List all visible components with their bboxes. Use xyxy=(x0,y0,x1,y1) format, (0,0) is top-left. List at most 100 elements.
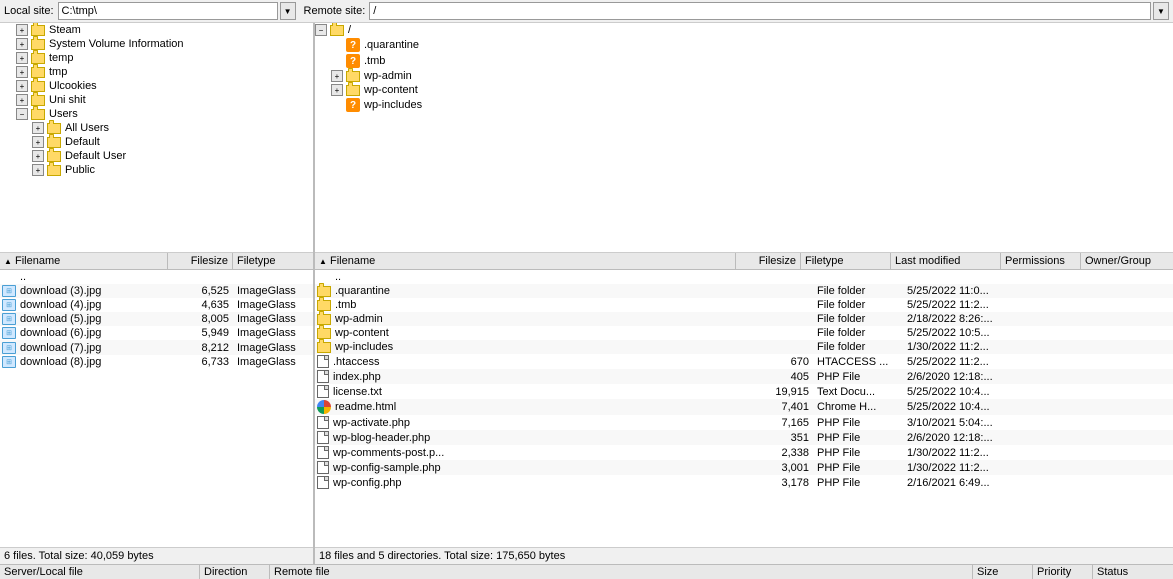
local-file-row[interactable]: .. xyxy=(0,270,313,284)
remote-site-dropdown[interactable]: ▼ xyxy=(1153,2,1169,20)
tree-item-label: System Volume Information xyxy=(49,38,184,50)
remote-file-row[interactable]: wp-comments-post.p...2,338PHP File1/30/2… xyxy=(315,445,1173,460)
local-file-row[interactable]: ⊞download (3).jpg6,525ImageGlass xyxy=(0,284,313,298)
expand-icon[interactable]: + xyxy=(32,136,44,148)
local-file-row[interactable]: ⊞download (5).jpg8,005ImageGlass xyxy=(0,312,313,326)
tree-item-label: / xyxy=(348,24,351,36)
local-col-filesize[interactable]: Filesize xyxy=(168,253,233,269)
remote-file-row[interactable]: wp-adminFile folder2/18/2022 8:26:... xyxy=(315,312,1173,326)
remote-tree-item-wp-content[interactable]: + wp-content xyxy=(315,83,1173,97)
expand-icon[interactable]: + xyxy=(32,150,44,162)
local-tree-item-ulcookies[interactable]: +Ulcookies xyxy=(0,79,313,93)
expand-icon[interactable]: + xyxy=(16,38,28,50)
collapse-icon[interactable]: − xyxy=(16,108,28,120)
local-file-row[interactable]: ⊞download (6).jpg5,949ImageGlass xyxy=(0,326,313,340)
local-tree-item-tmp[interactable]: +tmp xyxy=(0,65,313,79)
remote-col-filesize[interactable]: Filesize xyxy=(736,253,801,269)
remote-tree-item-quarantine[interactable]: ?.quarantine xyxy=(315,37,1173,53)
file-name: wp-includes xyxy=(333,341,748,353)
expand-icon[interactable]: + xyxy=(331,70,343,82)
remote-file-row[interactable]: wp-config-sample.php3,001PHP File1/30/20… xyxy=(315,460,1173,475)
local-site-dropdown[interactable]: ▼ xyxy=(280,2,296,20)
local-tree-item-users[interactable]: −Users xyxy=(0,107,313,121)
local-file-row[interactable]: ⊞download (8).jpg6,733ImageGlass xyxy=(0,355,313,369)
remote-file-list[interactable]: ...quarantineFile folder5/25/2022 11:0..… xyxy=(315,270,1173,547)
expand-icon[interactable]: + xyxy=(16,24,28,36)
local-site-input[interactable] xyxy=(58,2,278,20)
remote-col-filetype[interactable]: Filetype xyxy=(801,253,891,269)
local-tree-item-default-user[interactable]: +Default User xyxy=(0,149,313,163)
local-tree-item-public[interactable]: + Public xyxy=(0,163,313,177)
local-tree-item-uni-shit[interactable]: +Uni shit xyxy=(0,93,313,107)
local-file-row[interactable]: ⊞download (4).jpg4,635ImageGlass xyxy=(0,298,313,312)
remote-tree-item-wp-admin[interactable]: +wp-admin xyxy=(315,69,1173,83)
remote-col-filename[interactable]: ▲ Filename xyxy=(315,253,736,269)
local-status-text: 6 files. Total size: 40,059 bytes xyxy=(4,550,154,562)
file-name: .. xyxy=(18,271,168,283)
local-col-filename[interactable]: ▲ Filename xyxy=(0,253,168,269)
remote-file-row[interactable]: wp-contentFile folder5/25/2022 10:5... xyxy=(315,326,1173,340)
remote-file-row[interactable]: .tmbFile folder5/25/2022 11:2... xyxy=(315,298,1173,312)
remote-col-owner[interactable]: Owner/Group xyxy=(1081,253,1161,269)
remote-tree[interactable]: −/?.quarantine?.tmb+wp-admin+wp-content?… xyxy=(315,23,1173,253)
remote-col-permissions[interactable]: Permissions xyxy=(1001,253,1081,269)
file-modified: 1/30/2022 11:2... xyxy=(903,447,1013,459)
local-tree-item-all-users[interactable]: +All Users xyxy=(0,121,313,135)
file-name: wp-comments-post.p... xyxy=(331,447,748,459)
remote-file-row[interactable]: wp-config.php3,178PHP File2/16/2021 6:49… xyxy=(315,475,1173,490)
local-file-list[interactable]: ..⊞download (3).jpg6,525ImageGlass⊞downl… xyxy=(0,270,313,547)
queue-col-local: Server/Local file xyxy=(0,565,200,579)
local-tree-item-temp[interactable]: +temp xyxy=(0,51,313,65)
remote-site-input[interactable] xyxy=(369,2,1151,20)
file-type: ImageGlass xyxy=(233,313,313,325)
question-icon: ? xyxy=(344,38,362,52)
remote-file-row[interactable]: .htaccess670HTACCESS ...5/25/2022 11:2..… xyxy=(315,354,1173,369)
file-size: 7,401 xyxy=(748,401,813,413)
queue-col-size: Size xyxy=(973,565,1033,579)
file-type: File folder xyxy=(813,327,903,339)
remote-file-row[interactable]: wp-activate.php7,165PHP File3/10/2021 5:… xyxy=(315,415,1173,430)
file-type: Text Docu... xyxy=(813,386,903,398)
file-name: readme.html xyxy=(333,401,748,413)
expand-icon[interactable]: + xyxy=(331,84,343,96)
remote-file-row[interactable]: wp-blog-header.php351PHP File2/6/2020 12… xyxy=(315,430,1173,445)
file-name: .htaccess xyxy=(331,356,748,368)
remote-file-row[interactable]: wp-includesFile folder1/30/2022 11:2... xyxy=(315,340,1173,354)
file-modified: 2/16/2021 6:49... xyxy=(903,477,1013,489)
remote-file-row[interactable]: .quarantineFile folder5/25/2022 11:0... xyxy=(315,284,1173,298)
remote-file-row[interactable]: readme.html7,401Chrome H...5/25/2022 10:… xyxy=(315,399,1173,415)
remote-file-row[interactable]: license.txt19,915Text Docu...5/25/2022 1… xyxy=(315,384,1173,399)
remote-tree-item-tmb[interactable]: ?.tmb xyxy=(315,53,1173,69)
file-name: .quarantine xyxy=(333,285,748,297)
expand-icon[interactable]: + xyxy=(32,164,44,176)
local-col-filetype[interactable]: Filetype xyxy=(233,253,313,269)
collapse-icon[interactable]: − xyxy=(315,24,327,36)
local-tree[interactable]: + Steam + System Volume Information+temp+tm… xyxy=(0,23,313,253)
file-modified: 5/25/2022 10:5... xyxy=(903,327,1013,339)
expand-icon[interactable]: + xyxy=(16,94,28,106)
expand-icon[interactable]: + xyxy=(16,80,28,92)
folder-icon xyxy=(315,327,333,339)
remote-tree-item-root[interactable]: −/ xyxy=(315,23,1173,37)
expand-icon[interactable]: + xyxy=(32,122,44,134)
remote-file-row[interactable]: .. xyxy=(315,270,1173,284)
local-file-row[interactable]: ⊞download (7).jpg8,212ImageGlass xyxy=(0,340,313,354)
queue-bar: Server/Local file Direction Remote file … xyxy=(0,564,1173,579)
remote-col-modified[interactable]: Last modified xyxy=(891,253,1001,269)
local-tree-item-system-volume[interactable]: + System Volume Information xyxy=(0,37,313,51)
tree-item-label: Default xyxy=(65,136,100,148)
file-type: PHP File xyxy=(813,477,903,489)
remote-file-row[interactable]: index.php405PHP File2/6/2020 12:18:... xyxy=(315,369,1173,384)
file-name: download (6).jpg xyxy=(18,327,168,339)
tree-item-label: Public xyxy=(65,164,95,176)
expand-icon[interactable]: + xyxy=(16,52,28,64)
tree-item-label: Steam xyxy=(49,24,81,36)
tree-item-label: wp-content xyxy=(364,84,418,96)
local-tree-item-default[interactable]: + Default xyxy=(0,135,313,149)
expand-icon[interactable]: + xyxy=(16,66,28,78)
local-tree-item-steam[interactable]: + Steam xyxy=(0,23,313,37)
remote-tree-item-wp-includes[interactable]: ?wp-includes xyxy=(315,97,1173,113)
image-icon: ⊞ xyxy=(0,285,18,297)
image-icon: ⊞ xyxy=(0,341,18,353)
file-name: .. xyxy=(333,271,748,283)
